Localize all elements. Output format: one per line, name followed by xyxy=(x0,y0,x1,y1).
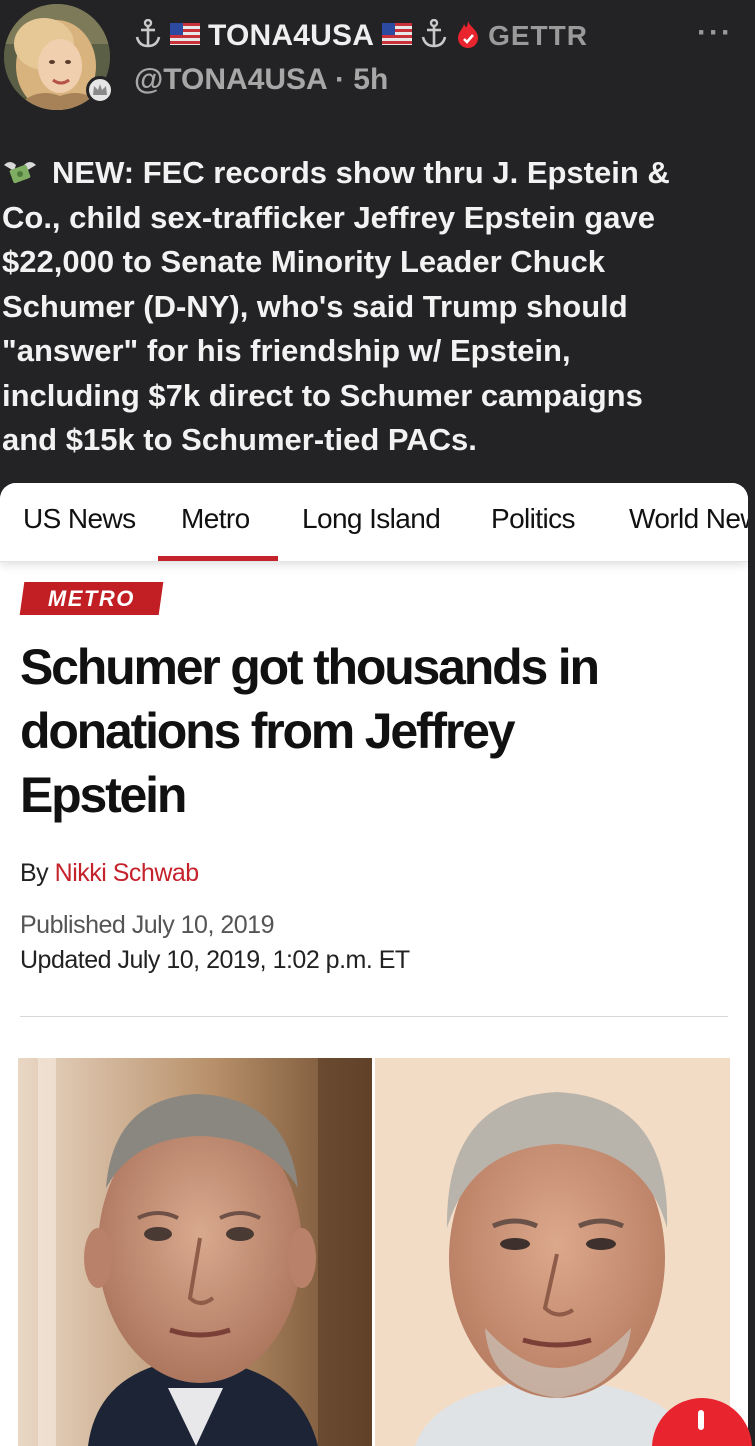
post-text-line: NEW: FEC records show thru J. Epstein & xyxy=(2,151,754,196)
byline-prefix: By xyxy=(20,859,49,887)
post-text-line: and $15k to Schumer-tied PACs. xyxy=(2,422,477,457)
money-with-wings-icon xyxy=(2,155,38,185)
post-author-row: TONA4USA GETTR xyxy=(134,14,588,58)
nav-item-us-news[interactable]: US News xyxy=(23,503,136,535)
article-headline: Schumer got thousands in donations from … xyxy=(20,635,730,827)
updated-date: Updated July 10, 2019, 1:02 p.m. ET xyxy=(20,946,410,974)
gettr-flame-icon xyxy=(456,20,480,53)
divider xyxy=(20,1016,728,1017)
headline-line: Schumer got thousands in xyxy=(20,639,600,695)
anchor-icon xyxy=(134,18,162,54)
photo-right xyxy=(375,1058,730,1446)
author-link[interactable]: Nikki Schwab xyxy=(55,859,200,887)
headline-line: Epstein xyxy=(20,767,187,823)
gettr-post-screen: TONA4USA GETTR ··· @TONA4USA · 5h NEW: F… xyxy=(0,0,755,1446)
photo-left xyxy=(18,1058,372,1446)
display-name[interactable]: TONA4USA xyxy=(208,19,374,53)
post-text-line: $22,000 to Senate Minority Leader Chuck xyxy=(2,244,605,279)
nav-item-world-news[interactable]: World News xyxy=(629,503,748,535)
article-image[interactable]: US News Metro Long Island Politics World… xyxy=(0,483,748,1446)
published-date: Published July 10, 2019 xyxy=(20,911,274,939)
more-options-button[interactable]: ··· xyxy=(697,16,733,50)
crown-badge-icon xyxy=(86,76,114,104)
anchor-icon xyxy=(420,18,448,54)
post-text-line: including $7k direct to Schumer campaign… xyxy=(2,377,643,413)
post-text-line: "answer" for his friendship w/ Epstein, xyxy=(2,333,571,368)
section-tag[interactable]: METRO xyxy=(19,582,164,615)
section-tag-label: METRO xyxy=(48,585,135,611)
active-nav-indicator xyxy=(158,556,278,561)
post-text-line: Co., child sex-trafficker Jeffrey Epstei… xyxy=(2,199,655,235)
post-text-line: Schumer (D-NY), who's said Trump should xyxy=(2,288,628,324)
byline: By Nikki Schwab xyxy=(20,859,199,888)
nav-item-politics[interactable]: Politics xyxy=(491,503,575,535)
handle-and-time[interactable]: @TONA4USA · 5h xyxy=(134,60,388,100)
headline-line: donations from Jeffrey xyxy=(20,703,516,759)
nav-item-long-island[interactable]: Long Island xyxy=(302,503,441,535)
us-flag-icon xyxy=(170,22,200,50)
nav-item-metro[interactable]: Metro xyxy=(181,503,250,535)
post-text: NEW: FEC records show thru J. Epstein & … xyxy=(2,151,754,463)
us-flag-icon xyxy=(382,22,413,50)
section-nav: US News Metro Long Island Politics World… xyxy=(0,483,748,562)
platform-label: GETTR xyxy=(488,20,588,51)
